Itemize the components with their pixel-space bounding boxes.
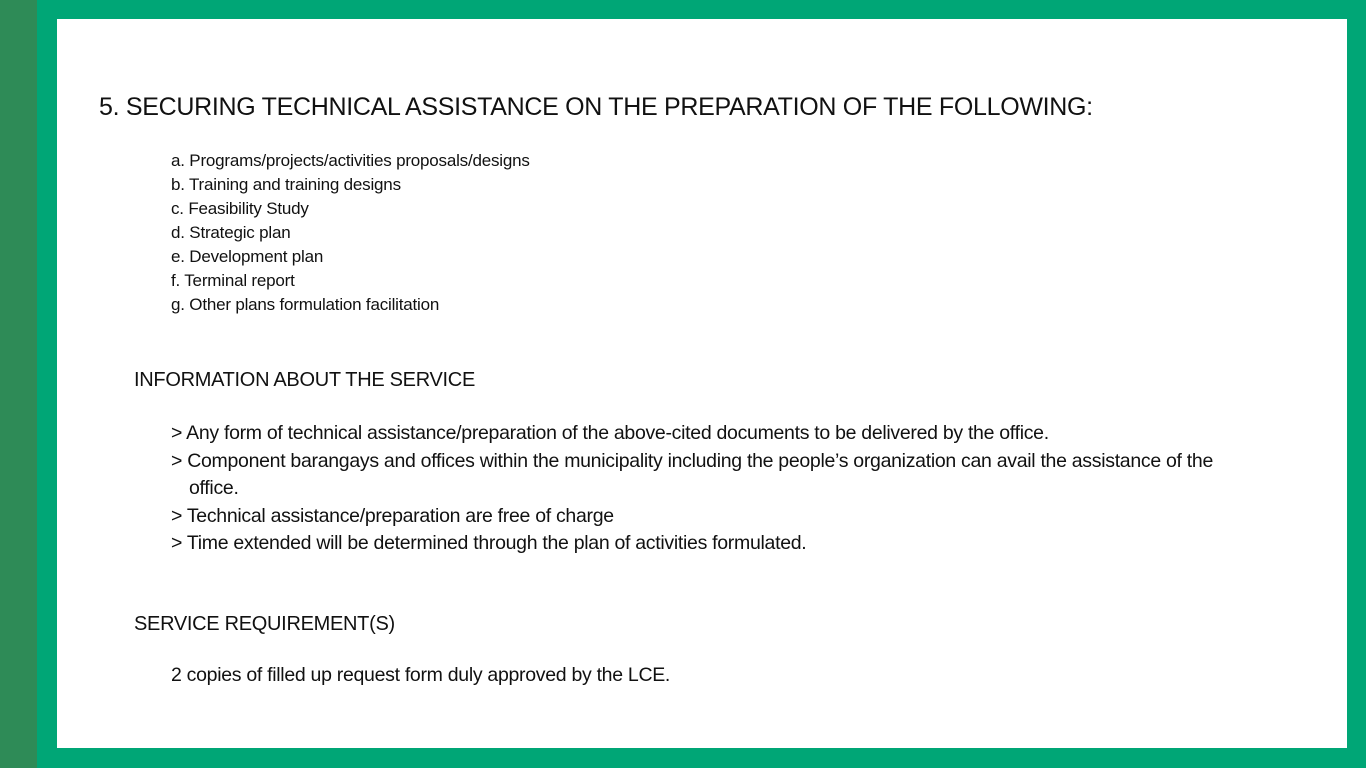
document-list: a. Programs/projects/activities proposal… — [171, 149, 530, 317]
page-title: 5. SECURING TECHNICAL ASSISTANCE ON THE … — [99, 93, 1093, 121]
requirements-section-heading: SERVICE REQUIREMENT(S) — [134, 613, 395, 635]
requirement-text: 2 copies of filled up request form duly … — [171, 664, 671, 686]
list-item: e. Development plan — [171, 247, 324, 266]
left-accent-stripe — [0, 0, 37, 768]
info-item: > Component barangays and offices within… — [171, 449, 1213, 500]
list-item: g. Other plans formulation facilitation — [171, 295, 440, 314]
list-item: c. Feasibility Study — [171, 199, 309, 218]
info-item: > Any form of technical assistance/prepa… — [171, 422, 1049, 444]
list-item: f. Terminal report — [171, 271, 295, 290]
info-section-heading: INFORMATION ABOUT THE SERVICE — [134, 369, 475, 391]
list-item: a. Programs/projects/activities proposal… — [171, 151, 530, 170]
list-item: b. Training and training designs — [171, 175, 401, 194]
list-item: d. Strategic plan — [171, 223, 291, 242]
info-item: > Technical assistance/preparation are f… — [171, 504, 614, 527]
slide-content: 5. SECURING TECHNICAL ASSISTANCE ON THE … — [57, 19, 1347, 748]
info-list: > Any form of technical assistance/prepa… — [171, 420, 1231, 558]
info-item: > Time extended will be determined throu… — [171, 532, 807, 554]
